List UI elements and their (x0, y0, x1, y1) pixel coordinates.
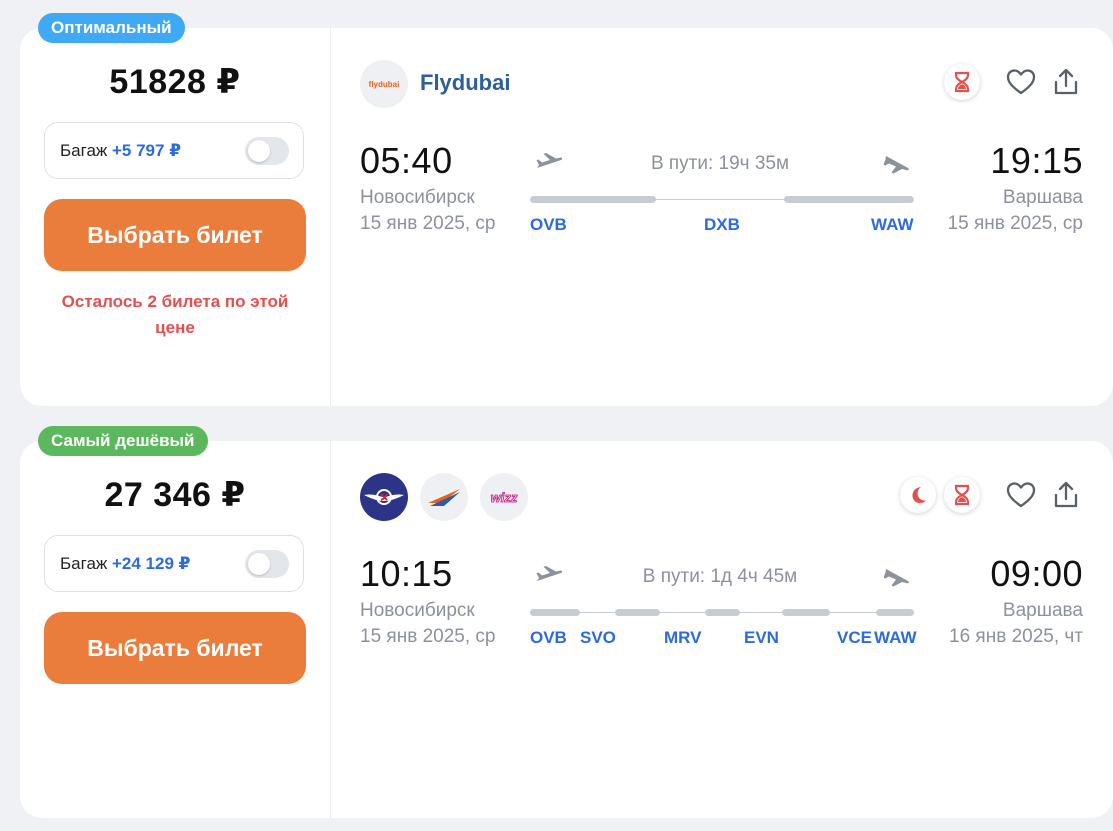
flight-segment (784, 196, 914, 203)
baggage-price: +5 797 ₽ (112, 141, 182, 160)
card-divider (330, 28, 331, 406)
layover-line (740, 612, 782, 613)
landing-icon (882, 563, 912, 589)
airport-code: WAW (874, 628, 917, 647)
baggage-toggle[interactable] (245, 137, 289, 165)
night-flight-badge[interactable] (900, 477, 936, 513)
takeoff-icon (534, 563, 564, 589)
svg-text:wizz: wizz (491, 490, 518, 505)
flight-segment (705, 609, 740, 616)
share-icon[interactable] (1050, 66, 1082, 98)
badge-optimal: Оптимальный (38, 13, 185, 43)
share-icon[interactable] (1050, 479, 1082, 511)
airline-name: Flydubai (420, 70, 511, 95)
select-ticket-button[interactable]: Выбрать билет (44, 612, 306, 684)
arrival-city: Варшава (1002, 600, 1083, 621)
departure-city: Новосибирск (360, 600, 475, 621)
flight-duration: В пути: 19ч 35м (650, 153, 790, 174)
departure-date: 15 янв 2025, ср (360, 626, 496, 647)
baggage-price: +24 129 ₽ (112, 554, 191, 573)
departure-city: Новосибирск (360, 187, 475, 208)
hourglass-badge[interactable] (944, 64, 980, 100)
heart-icon[interactable] (1005, 66, 1037, 98)
airport-code: SVO (580, 628, 616, 647)
wizz-air-logo: wizz (480, 473, 528, 521)
baggage-label-text: Багаж (60, 554, 108, 573)
flight-segment (530, 196, 656, 203)
logo-text: flydubai (369, 80, 400, 89)
ticket-card-cheapest[interactable]: 27 346 ₽ Багаж +24 129 ₽ Выбрать билет w… (20, 441, 1113, 818)
baggage-option[interactable]: Багаж +24 129 ₽ (44, 535, 304, 592)
ural-airlines-logo (420, 473, 468, 521)
airport-code: OVB (530, 628, 567, 647)
takeoff-icon (534, 150, 564, 176)
flight-duration: В пути: 1д 4ч 45м (642, 566, 798, 587)
airport-code: DXB (704, 215, 740, 234)
baggage-label: Багаж +5 797 ₽ (60, 141, 181, 161)
airport-code: OVB (530, 215, 567, 234)
departure-time: 05:40 (360, 140, 453, 181)
departure-time: 10:15 (360, 553, 453, 594)
baggage-label-text: Багаж (60, 141, 108, 160)
baggage-option[interactable]: Багаж +5 797 ₽ (44, 122, 304, 179)
baggage-toggle[interactable] (245, 550, 289, 578)
aeroflot-logo (360, 473, 408, 521)
layover-line (660, 612, 705, 613)
layover-line (656, 199, 784, 200)
arrival-date: 15 янв 2025, ср (947, 213, 1083, 234)
arrival-date: 16 янв 2025, чт (949, 626, 1083, 647)
airport-code: MRV (664, 628, 702, 647)
flydubai-logo: flydubai (360, 60, 408, 108)
flight-segment (530, 609, 580, 616)
heart-icon[interactable] (1005, 479, 1037, 511)
toggle-knob (248, 140, 270, 162)
arrival-time: 19:15 (990, 140, 1083, 181)
baggage-label: Багаж +24 129 ₽ (60, 554, 190, 574)
ticket-price: 51828 ₽ (109, 63, 241, 101)
toggle-knob (248, 553, 270, 575)
layover-line (580, 612, 615, 613)
airport-code: VCE (837, 628, 872, 647)
layover-line (830, 612, 876, 613)
arrival-city: Варшава (1002, 187, 1083, 208)
flight-segment (782, 609, 830, 616)
flight-segment (615, 609, 660, 616)
ticket-price: 27 346 ₽ (104, 476, 246, 514)
card-divider (330, 441, 331, 818)
airport-code: EVN (744, 628, 779, 647)
select-ticket-button[interactable]: Выбрать билет (44, 199, 306, 271)
ticket-card-optimal[interactable]: 51828 ₽ Багаж +5 797 ₽ Выбрать билет Ост… (20, 28, 1113, 406)
departure-date: 15 янв 2025, ср (360, 213, 496, 234)
badge-cheapest: Самый дешёвый (38, 426, 208, 456)
night-icon (912, 487, 926, 504)
airport-code: WAW (871, 215, 914, 234)
arrival-time: 09:00 (990, 553, 1083, 594)
hourglass-icon (954, 484, 970, 506)
tickets-remaining-notice: Осталось 2 билета по этой цене (61, 292, 289, 337)
hourglass-badge[interactable] (944, 477, 980, 513)
flight-segment (876, 609, 914, 616)
landing-icon (882, 150, 912, 176)
hourglass-icon (954, 71, 970, 93)
